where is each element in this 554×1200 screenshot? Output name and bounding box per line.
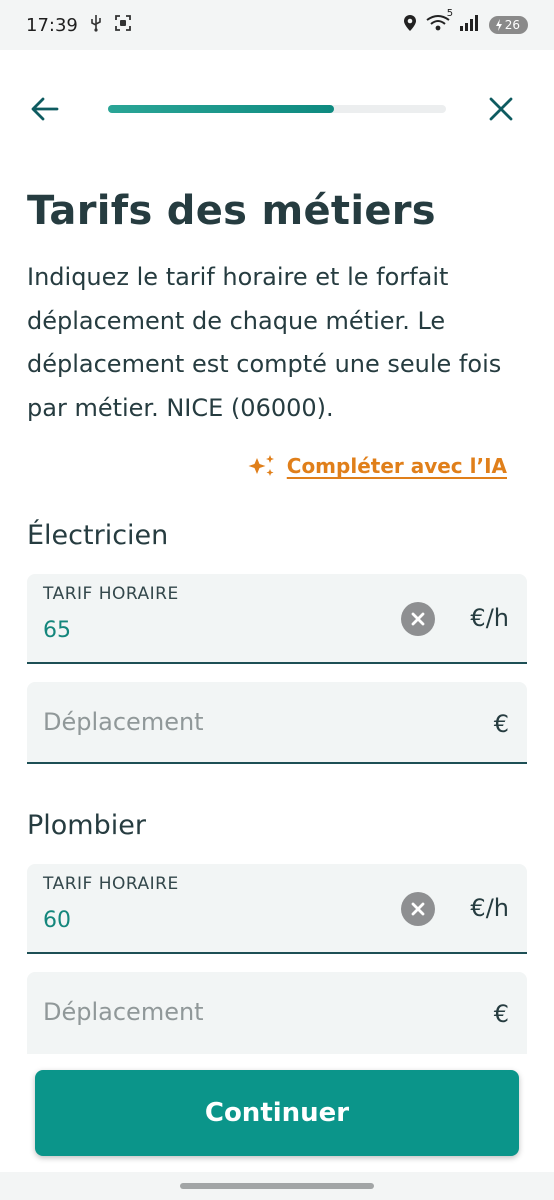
trade-title-electrician: Électricien	[27, 520, 169, 551]
top-navigation	[0, 84, 554, 134]
complete-with-ai-link[interactable]: Compléter avec l’IA	[247, 454, 507, 478]
hourly-rate-label: TARIF HORAIRE	[43, 584, 179, 604]
travel-fee-placeholder: Déplacement	[43, 708, 204, 736]
progress-fill	[108, 105, 335, 113]
clear-button[interactable]	[401, 892, 435, 926]
hourly-rate-field-plumber[interactable]: TARIF HORAIRE €/h	[27, 864, 527, 954]
hourly-unit: €/h	[470, 894, 509, 922]
hourly-rate-input-electrician[interactable]	[43, 618, 363, 643]
navigation-bar	[0, 1172, 554, 1200]
close-button[interactable]	[486, 94, 526, 126]
signal-icon	[459, 14, 481, 37]
clear-button[interactable]	[401, 602, 435, 636]
travel-fee-field-plumber[interactable]: Déplacement €	[27, 972, 527, 1054]
home-indicator[interactable]	[180, 1183, 374, 1189]
location-icon	[403, 14, 417, 37]
hourly-rate-label: TARIF HORAIRE	[43, 874, 179, 894]
continue-button[interactable]: Continuer	[35, 1070, 519, 1156]
hourly-rate-field-electrician[interactable]: TARIF HORAIRE €/h	[27, 574, 527, 664]
complete-with-ai-label: Compléter avec l’IA	[286, 454, 507, 478]
sparkles-icon	[248, 455, 274, 476]
page-title: Tarifs des métiers	[27, 188, 436, 234]
travel-unit: €	[493, 710, 509, 738]
trade-title-plumber: Plombier	[27, 810, 146, 841]
close-icon	[411, 612, 425, 626]
close-icon	[411, 902, 425, 916]
wifi-icon: 5	[425, 8, 453, 37]
network-type-label: 5	[446, 7, 454, 19]
travel-fee-field-electrician[interactable]: Déplacement €	[27, 682, 527, 764]
screenshot-icon	[114, 14, 132, 37]
status-time: 17:39	[26, 14, 78, 36]
battery-charging-icon: 26	[488, 16, 528, 34]
hourly-unit: €/h	[470, 604, 509, 632]
arrow-left-icon	[31, 97, 59, 121]
travel-fee-placeholder: Déplacement	[43, 998, 204, 1026]
hourly-rate-input-plumber[interactable]	[43, 908, 363, 933]
back-button[interactable]	[30, 94, 70, 126]
travel-unit: €	[493, 1000, 509, 1028]
usb-icon	[88, 14, 104, 37]
progress-bar	[108, 105, 446, 113]
status-bar: 17:39 5 26	[0, 0, 554, 50]
close-icon	[489, 97, 513, 121]
page-description: Indiquez le tarif horaire et le forfait …	[27, 263, 502, 422]
battery-level: 26	[504, 18, 520, 32]
